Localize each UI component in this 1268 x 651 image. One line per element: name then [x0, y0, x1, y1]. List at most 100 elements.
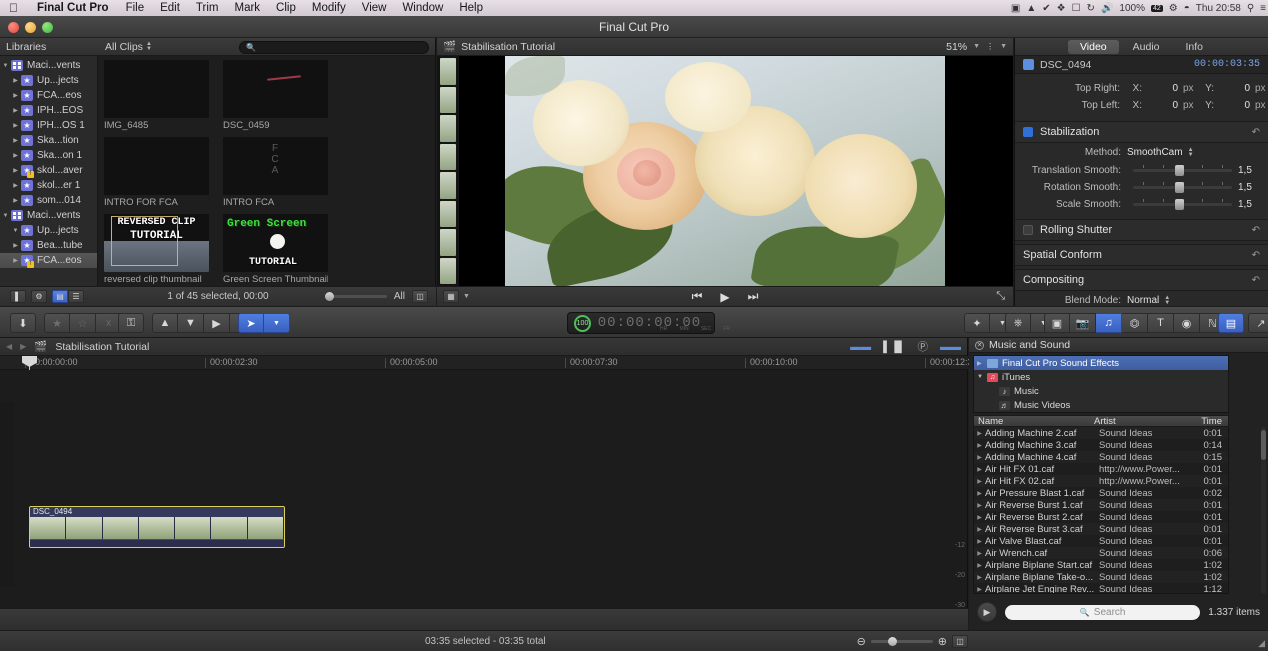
blend-mode-popup[interactable]: Normal ▲ ▼	[1127, 295, 1170, 307]
media-table-row[interactable]: ▶ Air Valve Blast.caf Sound Ideas 0:01	[974, 535, 1228, 547]
generators-icon[interactable]: ◉	[1174, 313, 1200, 333]
menu-mark[interactable]: Mark	[226, 2, 268, 14]
reset-icon[interactable]: ↶	[1252, 127, 1260, 138]
top-left-x-value[interactable]: 0	[1144, 100, 1178, 111]
chevron-down-icon-3[interactable]: ▼	[463, 293, 470, 300]
zoom-slider[interactable]	[870, 636, 933, 646]
close-button[interactable]	[8, 21, 19, 33]
rolling-shutter-checkbox[interactable]	[1023, 225, 1033, 235]
battery-icon[interactable]: 42	[1150, 4, 1163, 12]
browser-clip-2[interactable]: INTRO FOR FCA	[104, 137, 209, 208]
disclosure-closed-icon[interactable]: ▶	[10, 167, 21, 174]
close-icon[interactable]: ✕	[975, 340, 984, 350]
share-icon[interactable]: ↗	[1248, 313, 1268, 333]
go-to-end-button[interactable]: ⏭	[748, 289, 759, 304]
snapping-icon[interactable]: ▬▬	[940, 341, 961, 353]
spatial-conform-section-header[interactable]: Spatial Conform ↶	[1015, 244, 1268, 266]
toolbar-timecode-display[interactable]: 100 00:00:00:00 HR MIN SEC FR	[567, 312, 730, 334]
column-name[interactable]: Name	[974, 416, 1094, 427]
screen-record-icon[interactable]: ▣	[1011, 3, 1020, 14]
clip-appearance-icon[interactable]: ◫	[412, 290, 428, 303]
skimming-icon[interactable]: Ⓟ	[918, 339, 929, 354]
libraries-sidebar[interactable]: ▼ Maci...vents ▶ ★ Up...jects ▶ ★ FCA...eos ▶ ★ IP…	[0, 56, 98, 286]
browser-clip-4[interactable]: REVERSED CLIP TUTORIAL reversed clip thumb…	[104, 214, 209, 285]
sidebar-item-1[interactable]: ▶ ★ Up...jects	[0, 73, 97, 88]
row-play-icon[interactable]: ▶	[974, 586, 985, 593]
media-search-input[interactable]: 🔍 Search	[1005, 604, 1201, 620]
sidebar-item-3[interactable]: ▶ ★ IPH...EOS	[0, 103, 97, 118]
browser-clip-5[interactable]: Green Screen TUTORIAL Green Screen Thumbna…	[223, 214, 328, 285]
browser-clip-3[interactable]: F C A INTRO FCA	[223, 137, 328, 208]
import-media-icon[interactable]: ⬇	[10, 313, 36, 333]
disclosure-closed-icon[interactable]: ▶	[10, 152, 21, 159]
row-play-icon[interactable]: ▶	[974, 442, 985, 449]
chevron-down-icon[interactable]: ▼	[973, 43, 980, 50]
media-table-row[interactable]: ▶ Air Pressure Blast 1.caf Sound Ideas 0:02	[974, 487, 1228, 499]
timeline-forward-icon[interactable]: ▶	[20, 342, 26, 351]
viewer-zoom-level[interactable]: 51%	[946, 41, 967, 53]
sidebar-item-11[interactable]: ▼ ★ Up...jects	[0, 223, 97, 238]
menu-file[interactable]: File	[118, 2, 153, 14]
translation-smooth-value[interactable]: 1,5	[1238, 165, 1268, 176]
sidebar-item-5[interactable]: ▶ ★ Ska...tion	[0, 133, 97, 148]
row-play-icon[interactable]: ▶	[974, 478, 985, 485]
titles-icon[interactable]: T	[1148, 313, 1174, 333]
maximize-button[interactable]	[42, 21, 53, 33]
media-table-row[interactable]: ▶ Air Reverse Burst 3.caf Sound Ideas 0:01	[974, 523, 1228, 535]
tool-chevron-icon[interactable]: ▼	[264, 313, 290, 333]
disclosure-open-icon[interactable]: ▼	[0, 63, 11, 69]
menubar-app-title[interactable]: Final Cut Pro	[28, 2, 118, 14]
clip-thumbnail[interactable]	[104, 60, 209, 118]
row-play-icon[interactable]: ▶	[974, 514, 985, 521]
timeline-canvas[interactable]: DSC_0494 -12 -20 -30 -40	[0, 370, 967, 637]
stabilization-section-header[interactable]: Stabilization ↶	[1015, 121, 1268, 143]
slider-knob[interactable]	[1174, 182, 1184, 193]
sidebar-item-0[interactable]: ▼ Maci...vents	[0, 58, 97, 73]
disclosure-open-icon[interactable]: ▼	[977, 374, 987, 380]
resize-corner-icon[interactable]: ◢	[1258, 638, 1265, 649]
media-source-3[interactable]: ♬ Music Videos	[974, 398, 1228, 412]
media-table-row[interactable]: ▶ Airplane Biplane Start.caf Sound Ideas 1:…	[974, 559, 1228, 571]
clip-height-slider[interactable]	[324, 292, 387, 301]
timeline-ruler[interactable]: 00:00:00:00 00:00:02:30 00:00:05:00 00:0…	[0, 356, 978, 370]
method-popup[interactable]: SmoothCam ▲ ▼	[1127, 147, 1194, 159]
disclosure-closed-icon[interactable]: ▶	[10, 137, 21, 144]
go-to-start-button[interactable]: ⏮	[692, 289, 703, 304]
sidebar-item-10[interactable]: ▼ Maci...vents	[0, 208, 97, 223]
keyword-icon[interactable]: ★	[44, 313, 70, 333]
menu-help[interactable]: Help	[451, 2, 491, 14]
sidebar-toggle-icon[interactable]: ▌	[10, 290, 26, 303]
fullscreen-icon[interactable]: ⤡	[996, 290, 1005, 303]
timemachine-icon[interactable]: ↻	[1087, 3, 1095, 14]
clip-thumbnail[interactable]	[104, 137, 209, 195]
row-play-icon[interactable]: ▶	[974, 550, 985, 557]
menu-window[interactable]: Window	[394, 2, 451, 14]
reset-icon-4[interactable]: ↶	[1252, 275, 1260, 286]
media-table-row[interactable]: ▶ Air Reverse Burst 2.caf Sound Ideas 0:01	[974, 511, 1228, 523]
disclosure-closed-icon[interactable]: ▶	[10, 92, 21, 99]
rolling-shutter-section-header[interactable]: Rolling Shutter ↶	[1015, 219, 1268, 241]
scrollbar-thumb[interactable]	[1261, 430, 1266, 461]
append-icon[interactable]: ▼	[178, 313, 204, 333]
disclosure-closed-icon[interactable]: ▶	[10, 257, 21, 264]
apple-icon[interactable]: 	[0, 2, 28, 14]
slider-knob[interactable]	[1174, 165, 1184, 176]
keyword-editor-icon[interactable]: ⚿	[118, 313, 144, 333]
sidebar-item-13[interactable]: ▶★FCA...eos	[0, 253, 97, 268]
menubar-clock[interactable]: Thu 20:58	[1196, 3, 1241, 14]
battery-percentage[interactable]: 100%	[1119, 3, 1145, 14]
translation-smooth-slider[interactable]	[1133, 165, 1232, 176]
media-table-row[interactable]: ▶ Airplane Biplane Take-o... Sound Ideas 1:…	[974, 571, 1228, 583]
column-time[interactable]: Time	[1189, 416, 1228, 427]
tab-audio[interactable]: Audio	[1121, 40, 1172, 54]
row-play-icon[interactable]: ▶	[974, 526, 985, 533]
media-source-list[interactable]: ▶ Final Cut Pro Sound Effects ▼ ♫ iTunes ♪ Mus…	[973, 355, 1229, 413]
sidebar-item-9[interactable]: ▶ ★ som...014	[0, 193, 97, 208]
slider-knob[interactable]	[324, 292, 334, 301]
sidebar-item-12[interactable]: ▶ ★ Bea...tube	[0, 238, 97, 253]
row-play-icon[interactable]: ▶	[974, 502, 985, 509]
tab-video[interactable]: Video	[1067, 39, 1119, 54]
row-play-icon[interactable]: ▶	[974, 430, 985, 437]
notification-center-icon[interactable]: ≡	[1260, 3, 1266, 14]
disclosure-closed-icon[interactable]: ▶	[10, 197, 21, 204]
